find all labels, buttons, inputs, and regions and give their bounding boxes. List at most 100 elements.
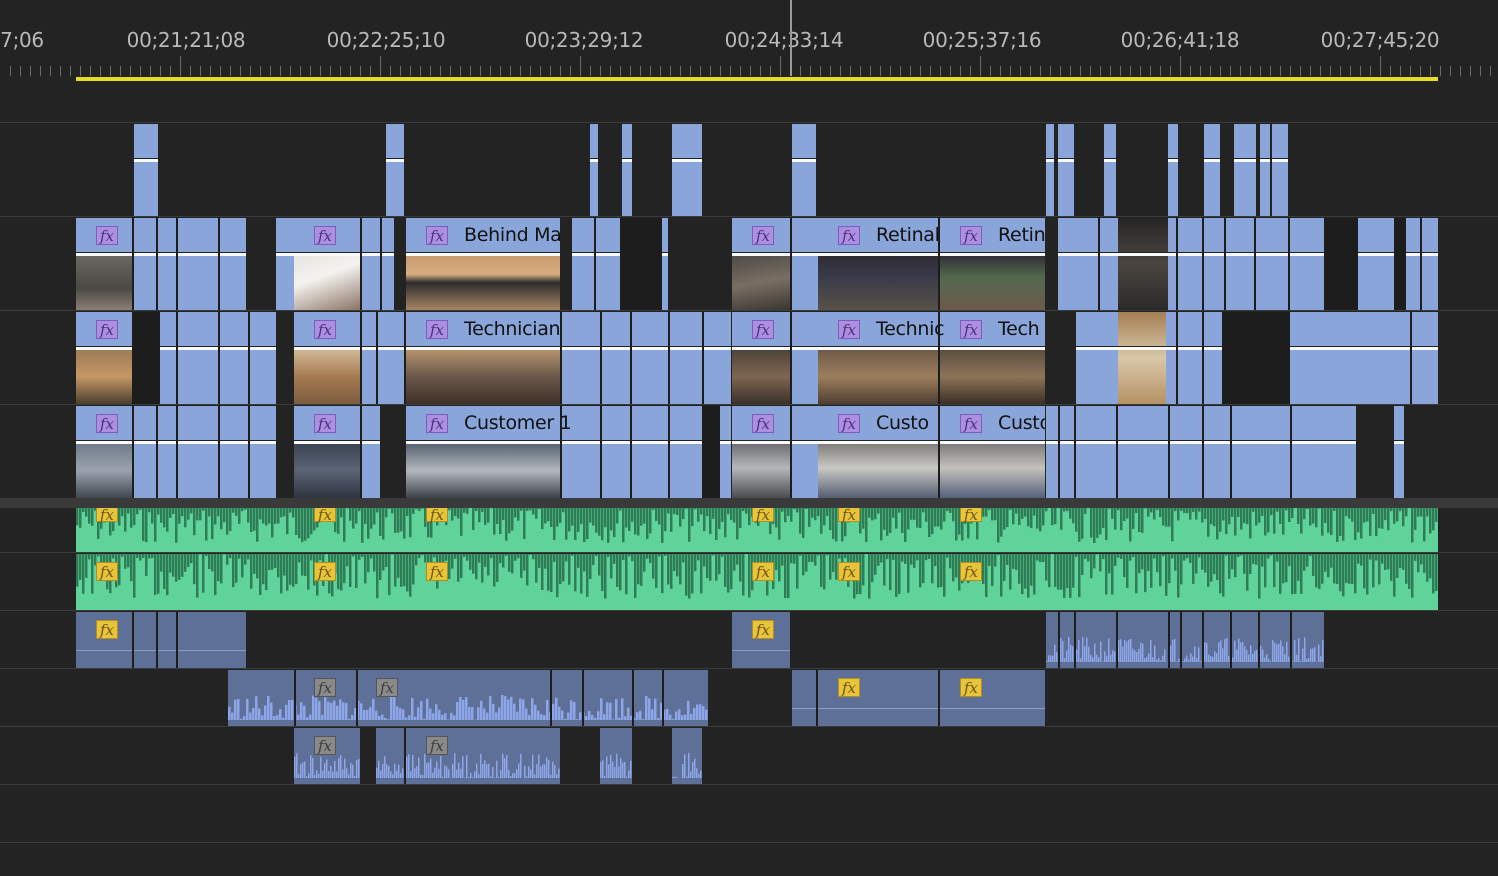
fx-badge[interactable]: fx [960,320,982,339]
fx-badge[interactable]: fx [838,320,860,339]
waveform-bar [264,705,267,720]
fx-badge[interactable]: fx [314,414,336,433]
video-clip[interactable] [1234,124,1256,216]
video-clip[interactable] [792,124,816,216]
video-clip[interactable] [134,124,158,216]
video-clip[interactable] [1394,406,1404,498]
video-clip[interactable]: fx [294,406,380,498]
waveform-bar [946,508,949,512]
audio-clip[interactable]: fx fx [228,670,708,726]
fx-badge[interactable]: fx [96,226,118,245]
fx-badge[interactable]: fx [838,678,860,697]
audio-clip[interactable]: fx fx [792,670,1045,726]
fx-badge[interactable]: fx [960,508,982,524]
fx-badge[interactable]: fx [960,562,982,581]
video-clip[interactable] [1272,124,1288,216]
audio-clip[interactable]: fx fx fx fx fx fx [76,554,1438,610]
waveform-bar [258,708,261,720]
fx-badge[interactable]: fx [752,562,774,581]
audio-clip[interactable]: fx [76,612,246,668]
fx-badge[interactable]: fx [314,226,336,245]
video-clip[interactable]: fx [276,218,394,310]
waveform-bar [205,508,208,541]
video-clip[interactable]: fx fx Technician [294,312,731,404]
fx-badge[interactable]: fx [96,508,118,524]
fx-badge[interactable]: fx [426,562,448,581]
ruler-tick [10,66,11,76]
video-clip[interactable] [1046,406,1356,498]
waveform-bar [672,718,675,720]
fx-badge[interactable]: fx [960,414,982,433]
fx-badge[interactable]: fx [960,678,982,697]
video-clip[interactable] [386,124,404,216]
waveform-bar [1375,508,1378,537]
fx-badge[interactable]: fx [96,414,118,433]
waveform-bar [511,508,514,531]
fx-badge[interactable]: fx [960,226,982,245]
waveform-bar [645,695,648,720]
fx-badge[interactable]: fx [96,620,118,639]
time-ruler[interactable]: 7;06 00;21;21;08 00;22;25;10 00;23;29;12… [0,0,1498,96]
work-area-bar[interactable] [76,77,1438,81]
video-clip[interactable]: fx fx Technic fx Tech [732,312,1045,404]
video-clip[interactable]: fx fx Custo fx Custo [732,406,1045,498]
waveform-bar [670,508,673,532]
waveform-bar [620,757,622,778]
video-clip[interactable] [1104,124,1116,216]
waveform-bar [1285,508,1288,511]
fx-badge[interactable]: fx [426,414,448,433]
video-clip[interactable]: fx [76,218,246,310]
fx-badge[interactable]: fx [752,508,774,524]
fx-badge[interactable]: fx [426,226,448,245]
ruler-tick [1400,66,1401,76]
fx-badge[interactable]: fx [752,320,774,339]
fx-badge[interactable]: fx [314,508,336,524]
video-clip[interactable] [1260,124,1270,216]
video-clip[interactable] [1204,124,1220,216]
fx-badge[interactable]: fx [314,320,336,339]
fx-badge[interactable]: fx [314,562,336,581]
fx-badge[interactable]: fx [838,508,860,524]
fx-badge[interactable]: fx [96,320,118,339]
video-clip[interactable] [1058,124,1074,216]
video-clip[interactable]: fx Customer 1 [406,406,731,498]
fx-badge[interactable]: fx [838,562,860,581]
fx-badge[interactable]: fx [96,562,118,581]
waveform-bar [1339,508,1342,537]
audio-clip[interactable] [1046,612,1324,668]
audio-clip[interactable]: fx fx fx fx fx fx [76,508,1438,552]
video-clip[interactable]: fx [76,406,276,498]
playhead[interactable] [790,0,792,76]
video-clip[interactable]: fx Behind Ma [406,218,560,310]
fx-badge[interactable]: fx [314,678,336,697]
video-clip[interactable] [1076,312,1438,404]
fx-badge[interactable]: fx [838,414,860,433]
fx-badge[interactable]: fx [752,414,774,433]
fx-badge[interactable]: fx [426,508,448,524]
fx-badge[interactable]: fx [752,620,774,639]
video-clip[interactable] [1168,124,1178,216]
waveform-bar [508,769,510,778]
video-clip[interactable]: fx [76,312,276,404]
waveform-bar [363,709,366,720]
fx-badge[interactable]: fx [752,226,774,245]
audio-clip[interactable]: fx [294,728,360,784]
fx-badge[interactable]: fx [838,226,860,245]
fx-badge[interactable]: fx [426,320,448,339]
video-clip[interactable] [672,124,702,216]
audio-clip[interactable] [672,728,702,784]
video-clip[interactable] [622,124,632,216]
audio-clip[interactable] [600,728,632,784]
video-audio-divider[interactable] [0,498,1498,507]
audio-clip[interactable]: fx [732,612,790,668]
sequence-timeline[interactable]: 7;06 00;21;21;08 00;22;25;10 00;23;29;12… [0,0,1498,876]
fx-badge[interactable]: fx [426,736,448,755]
fx-badge[interactable]: fx [376,678,398,697]
video-clip[interactable] [1058,218,1438,310]
video-clip[interactable] [1046,124,1054,216]
video-clip[interactable]: fx fx Retinal fx Retin [732,218,1045,310]
video-clip[interactable] [590,124,598,216]
video-clip[interactable] [572,218,668,310]
audio-clip[interactable]: fx [376,728,560,784]
fx-badge[interactable]: fx [314,736,336,755]
